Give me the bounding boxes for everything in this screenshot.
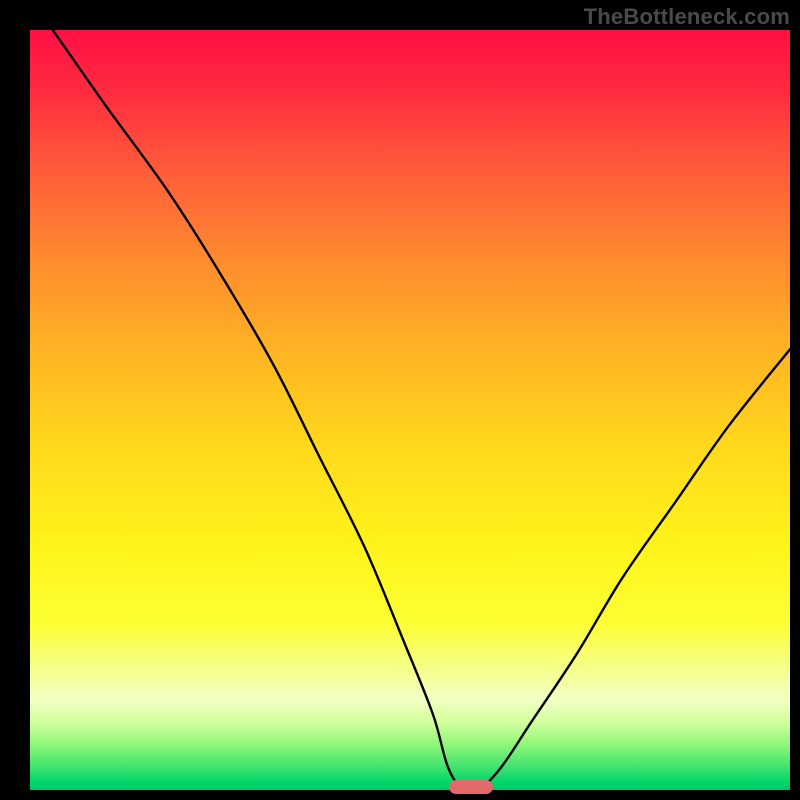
- plot-area: [30, 30, 790, 790]
- watermark-text: TheBottleneck.com: [584, 4, 790, 30]
- optimal-range-marker: [449, 780, 493, 794]
- chart-frame: TheBottleneck.com: [0, 0, 800, 800]
- bottleneck-curve: [30, 30, 790, 790]
